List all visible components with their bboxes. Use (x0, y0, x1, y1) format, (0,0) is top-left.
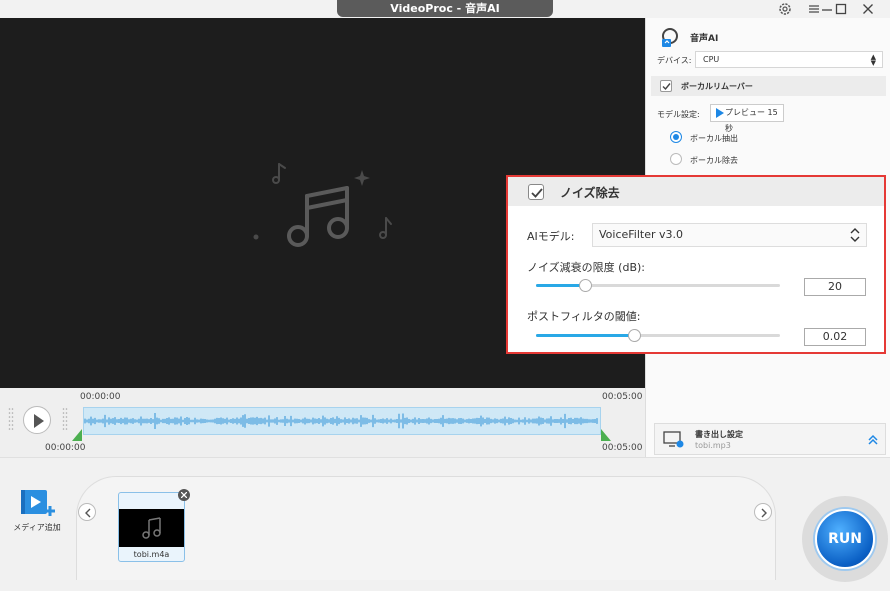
settings-button[interactable] (774, 1, 796, 17)
chevron-left-icon (85, 508, 91, 518)
next-button[interactable] (754, 503, 772, 521)
post-filter-thumb[interactable] (628, 329, 641, 342)
chevron-right-icon (761, 508, 767, 518)
add-media-label: メディア追加 (13, 523, 61, 532)
option-vocal-remove: ボーカル除去 (690, 156, 738, 165)
post-filter-input[interactable]: 0.02 (804, 328, 866, 346)
title-bar: VideoProc - 音声AI (0, 0, 890, 18)
option-vocal-extract: ボーカル抽出 (690, 134, 738, 143)
remove-media-button[interactable] (178, 489, 190, 501)
post-filter-slider[interactable] (536, 329, 780, 342)
vocal-remover-label: ボーカルリムーバー (681, 82, 753, 91)
timecode-start-top: 00:00:00 (80, 392, 121, 402)
check-icon (662, 83, 671, 91)
chevron-updown-icon (850, 228, 860, 242)
trim-start-marker[interactable] (72, 429, 82, 441)
check-icon (531, 188, 543, 198)
noise-removal-title: ノイズ除去 (560, 186, 620, 200)
noise-removal-checkbox[interactable] (528, 184, 544, 200)
model-setting-label: モデル設定: (657, 110, 700, 119)
radio-vocal-remove[interactable] (670, 153, 682, 165)
close-icon (863, 4, 873, 14)
timecode-start-bottom: 00:00:00 (45, 443, 86, 453)
timeline: 00:00:00 00:05:00 00:00:00 00:05:00 (0, 388, 645, 457)
trim-end-marker[interactable] (601, 429, 611, 441)
timecode-end-top: 00:05:00 (602, 392, 643, 402)
radio-vocal-extract[interactable] (670, 131, 682, 143)
prev-button[interactable] (78, 503, 96, 521)
close-icon (181, 492, 187, 498)
run-button[interactable]: RUN (815, 509, 875, 569)
grip-handle-left[interactable] (8, 406, 14, 434)
preview-button[interactable]: プレビュー 15秒 (710, 104, 784, 133)
export-file: tobi.mp3 (695, 441, 731, 450)
post-filter-label: ポストフィルタの閾値: (527, 310, 641, 323)
noise-removal-panel: ノイズ除去 AIモデル: VoiceFilter v3.0 ノイズ減衰の限度 (… (506, 175, 886, 354)
post-filter-fill (536, 334, 634, 337)
audio-ai-icon (662, 28, 678, 47)
noise-limit-input[interactable]: 20 (804, 278, 866, 296)
add-media-button[interactable]: メディア追加 (12, 488, 62, 533)
export-settings[interactable]: 書き出し設定 tobi.mp3 (654, 423, 886, 455)
music-note-icon (142, 517, 161, 539)
noise-limit-label: ノイズ減衰の限度 (dB): (527, 261, 645, 274)
maximize-button[interactable] (830, 1, 852, 17)
run-button-ring: RUN (802, 496, 888, 582)
ai-model-value: VoiceFilter v3.0 (599, 228, 684, 241)
play-button[interactable] (23, 406, 51, 434)
maximize-icon (835, 3, 847, 15)
device-select[interactable]: CPU ▲ ▼ (695, 51, 883, 68)
bottom-bar: メディア追加 tobi.m4a RUN (0, 457, 890, 591)
media-thumbnail (119, 509, 184, 547)
noise-removal-header: ノイズ除去 (508, 177, 884, 206)
double-chevron-up-icon[interactable] (867, 434, 879, 446)
noise-limit-slider[interactable] (536, 279, 780, 292)
play-icon (716, 108, 724, 118)
export-title: 書き出し設定 (695, 430, 743, 439)
window-title: VideoProc - 音声AI (337, 0, 553, 17)
vocal-remover-checkbox[interactable] (660, 80, 672, 92)
close-button[interactable] (857, 1, 879, 17)
panel-title: 音声AI (690, 34, 719, 44)
device-value: CPU (703, 55, 720, 64)
noise-limit-fill (536, 284, 585, 287)
noise-limit-thumb[interactable] (579, 279, 592, 292)
grip-handle-right[interactable] (62, 406, 68, 434)
ai-model-label: AIモデル: (527, 230, 575, 243)
vocal-remover-section: ボーカルリムーバー (651, 76, 886, 96)
gear-icon (779, 3, 791, 15)
device-label: デバイス: (657, 56, 692, 65)
media-item[interactable]: tobi.m4a (118, 489, 190, 562)
play-icon (34, 414, 44, 428)
media-file-name: tobi.m4a (133, 550, 170, 559)
chevron-updown-icon: ▲ ▼ (870, 53, 876, 67)
ai-model-select[interactable]: VoiceFilter v3.0 (592, 223, 867, 247)
audio-waveform[interactable] (83, 407, 601, 435)
add-video-icon (21, 490, 55, 516)
monitor-settings-icon (663, 431, 684, 448)
timecode-end-bottom: 00:05:00 (602, 443, 643, 453)
